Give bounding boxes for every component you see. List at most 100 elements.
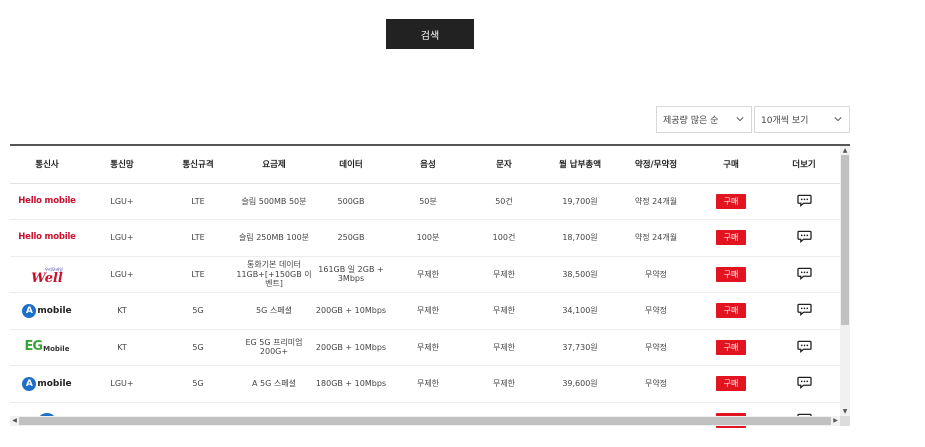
chat-bubble-icon[interactable]	[796, 303, 812, 317]
buy-button[interactable]: 구매	[716, 376, 746, 392]
sms-cell: 50건	[466, 183, 542, 220]
hello-mobile-logo: Hello mobile	[18, 195, 76, 206]
table-row: Hello mobile LGU+ LTE 슬림 500MB 50분 500GB…	[10, 183, 840, 220]
contract-cell: 무약정	[618, 292, 694, 330]
contract-cell: 무약정	[618, 256, 694, 293]
buy-cell: 구매	[694, 183, 768, 220]
col-header-price: 월 납부총액	[542, 146, 618, 184]
chat-bubble-icon[interactable]	[796, 376, 812, 390]
table-row: 우리모바일 Well LGU+ LTE 통화기본 데이터 11GB+[+150G…	[10, 256, 840, 293]
scroll-down-arrow-icon[interactable]: ▼	[840, 407, 850, 416]
a-mobile-logo: A mobile	[22, 376, 72, 391]
carrier-cell: A mobile	[10, 365, 84, 403]
spec-cell: LTE	[160, 183, 236, 220]
chat-bubble-icon[interactable]	[796, 340, 812, 353]
col-header-network: 통신망	[84, 146, 160, 184]
more-cell	[768, 219, 840, 257]
a-mobile-mark: A	[22, 303, 37, 318]
data-cell: 180GB + 10Mbps	[312, 365, 390, 403]
buy-button[interactable]: 구매	[716, 303, 746, 319]
a-mobile-text: mobile	[37, 378, 72, 389]
chat-bubble-icon[interactable]	[796, 267, 812, 280]
network-cell: LGU+	[84, 183, 160, 220]
voice-cell: 100분	[390, 219, 466, 257]
more-cell	[768, 292, 840, 330]
hello-mobile-logo: Hello mobile	[18, 232, 76, 243]
sms-cell: 무제한	[466, 365, 542, 403]
carrier-cell: EG Mobile	[10, 329, 84, 366]
vertical-scrollbar-thumb[interactable]	[841, 155, 849, 325]
a-mobile-mark: A	[22, 376, 37, 391]
buy-button[interactable]: 구매	[716, 339, 746, 355]
spec-cell: 5G	[160, 292, 236, 330]
search-button[interactable]: 검색	[386, 19, 474, 49]
voice-cell: 무제한	[390, 292, 466, 330]
data-cell: 161GB 일 2GB + 3Mbps	[312, 256, 390, 293]
col-header-data: 데이터	[312, 146, 390, 184]
col-header-sms: 문자	[466, 146, 542, 184]
per-page-select[interactable]: 10개씩 보기	[754, 106, 850, 133]
buy-cell: 구매	[694, 292, 768, 330]
more-cell	[768, 365, 840, 403]
carrier-cell: 우리모바일 Well	[10, 256, 84, 293]
buy-button[interactable]: 구매	[716, 266, 746, 282]
voice-cell: 무제한	[390, 256, 466, 293]
sms-cell: 100건	[466, 219, 542, 257]
a-mobile-logo: A mobile	[22, 303, 72, 318]
buy-cell: 구매	[694, 256, 768, 293]
spec-cell: 5G	[160, 365, 236, 403]
sort-select-value: 제공량 많은 순	[663, 116, 719, 126]
chevron-down-icon	[736, 117, 744, 122]
price-cell: 19,700원	[542, 183, 618, 220]
scroll-left-arrow-icon[interactable]: ◀	[10, 416, 19, 426]
more-cell	[768, 329, 840, 366]
plan-cell: 슬림 250MB 100분	[236, 219, 312, 257]
plan-table-container: 통신사 통신망 통신규격 요금제 데이터 음성 문자 월 납부총액 약정/무약정…	[10, 144, 850, 428]
network-cell: KT	[84, 329, 160, 366]
contract-cell: 약정 24개월	[618, 183, 694, 220]
col-header-more: 더보기	[768, 146, 840, 184]
buy-cell: 구매	[694, 329, 768, 366]
scrollbar-corner	[840, 416, 850, 426]
voice-cell: 50분	[390, 183, 466, 220]
chat-bubble-icon[interactable]	[796, 194, 812, 207]
sort-select[interactable]: 제공량 많은 순	[656, 106, 752, 133]
col-header-voice: 음성	[390, 146, 466, 184]
horizontal-scrollbar[interactable]: ◀ ▶	[10, 416, 840, 426]
buy-button[interactable]: 구매	[716, 230, 746, 246]
price-cell: 18,700원	[542, 219, 618, 257]
chat-bubble-icon[interactable]	[796, 230, 812, 244]
contract-cell: 무약정	[618, 365, 694, 403]
spec-cell: LTE	[160, 256, 236, 293]
data-cell: 250GB	[312, 219, 390, 257]
scroll-up-arrow-icon[interactable]: ▲	[840, 146, 850, 155]
price-cell: 38,500원	[542, 256, 618, 293]
carrier-cell: A mobile	[10, 292, 84, 330]
network-cell: KT	[84, 292, 160, 330]
data-cell: 200GB + 10Mbps	[312, 292, 390, 330]
horizontal-scrollbar-thumb[interactable]	[19, 417, 831, 425]
network-cell: LGU+	[84, 219, 160, 257]
chevron-down-icon	[834, 117, 842, 122]
col-header-spec: 통신규격	[160, 146, 236, 184]
table-row: A mobile KT 5G 5G 스페셜 200GB + 10Mbps 무제한…	[10, 292, 840, 330]
vertical-scrollbar[interactable]: ▲ ▼	[840, 146, 850, 416]
plan-cell: A 5G 스페셜	[236, 365, 312, 403]
col-header-buy: 구매	[694, 146, 768, 184]
eg-mobile-text: Mobile	[43, 345, 70, 354]
spec-cell: 5G	[160, 329, 236, 366]
network-cell: LGU+	[84, 256, 160, 293]
table-row: A mobile LGU+ 5G A 5G 스페셜 180GB + 10Mbps…	[10, 365, 840, 403]
carrier-cell: Hello mobile	[10, 183, 84, 220]
col-header-contract: 약정/무약정	[618, 146, 694, 184]
a-mobile-text: mobile	[37, 305, 72, 316]
contract-cell: 무약정	[618, 329, 694, 366]
plan-cell: 슬림 500MB 50분	[236, 183, 312, 220]
price-cell: 37,730원	[542, 329, 618, 366]
price-cell: 34,100원	[542, 292, 618, 330]
col-header-plan: 요금제	[236, 146, 312, 184]
sms-cell: 무제한	[466, 329, 542, 366]
buy-button[interactable]: 구매	[716, 193, 746, 209]
sms-cell: 무제한	[466, 292, 542, 330]
scroll-right-arrow-icon[interactable]: ▶	[831, 416, 840, 426]
